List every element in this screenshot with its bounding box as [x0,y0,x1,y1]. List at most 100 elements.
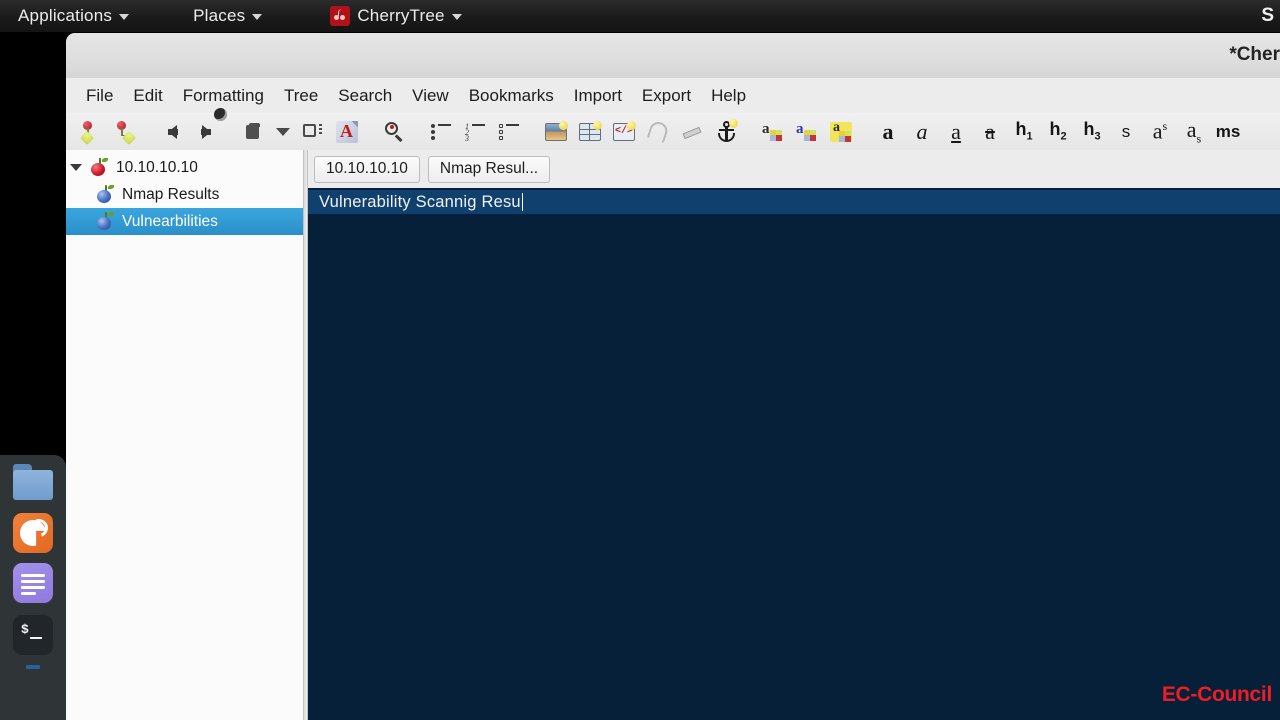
chevron-down-icon [451,14,462,20]
expander-icon[interactable] [70,164,82,171]
subscript-button[interactable]: as [1177,116,1211,148]
sub-mark: s [1196,131,1202,146]
chevron-down-icon [252,14,263,20]
tree-node-nmap-results[interactable]: Nmap Results [66,181,303,208]
heading-2-button[interactable]: h2 [1041,116,1075,148]
strikethrough-glyph: a [985,118,995,144]
go-back-icon[interactable] [155,116,189,148]
tree-node-label: Vulnearbilities [122,212,218,230]
desktop-dock: $ [0,455,66,720]
highlight-color-icon[interactable]: a [824,116,858,148]
text-caret [521,193,524,211]
small-text-button[interactable]: s [1109,116,1143,148]
h2-sub: 2 [1060,130,1067,143]
h1-sub: 1 [1026,130,1033,143]
menu-bookmarks[interactable]: Bookmarks [460,83,563,109]
insert-anchor-icon[interactable] [709,116,743,148]
bold-button[interactable]: a [871,116,905,148]
menu-file[interactable]: File [77,83,122,109]
sup-mark: s [1162,119,1168,134]
dock-running-indicator [26,665,40,669]
underline-button[interactable]: a [939,116,973,148]
files-icon[interactable] [13,463,53,503]
bold-glyph: a [882,118,894,144]
editor-text: Vulnerability Scannig Resu [319,192,521,211]
h3-sub: 3 [1094,130,1101,143]
rich-text-editor[interactable]: Vulnerability Scannig Resu EC-Council [308,188,1280,720]
insert-image-icon[interactable] [539,116,573,148]
insert-table-icon[interactable] [573,116,607,148]
cherrytree-window: *Cher File Edit Formatting Tree Search V… [66,33,1280,720]
firefox-icon[interactable] [13,513,53,553]
sup-glyph: a [1152,118,1163,144]
heading-3-button[interactable]: h3 [1075,116,1109,148]
h2-glyph: h [1049,119,1061,140]
italic-button[interactable]: a [905,116,939,148]
places-label: Places [193,6,246,25]
foreground-color-icon[interactable]: a [756,116,790,148]
tree-node-vulnearbilities[interactable]: Vulnearbilities [66,208,303,235]
panel-status-area[interactable]: S [1261,0,1274,32]
menu-search[interactable]: Search [329,83,401,109]
background-color-icon[interactable]: a [790,116,824,148]
panel-menu-applications[interactable]: Applications [0,0,143,32]
strikethrough-button[interactable]: a [973,116,1007,148]
numbered-list-icon[interactable]: 123 [458,116,492,148]
underline-glyph: a [951,118,961,144]
text-editor-icon[interactable] [13,563,53,603]
monospace-glyph: ms [1215,122,1241,141]
bulleted-list-icon[interactable] [424,116,458,148]
todo-list-icon[interactable] [492,116,526,148]
menu-edit[interactable]: Edit [124,83,171,109]
h3-glyph: h [1083,119,1095,140]
panel-menu-cherrytree[interactable]: CherryTree [316,0,475,32]
node-properties-icon[interactable] [236,116,270,148]
heading-1-button[interactable]: h1 [1007,116,1041,148]
monospace-button[interactable]: ms [1211,116,1245,148]
window-titlebar[interactable]: *Cher [66,33,1280,78]
cherrytree-label: CherryTree [357,6,445,25]
menu-export[interactable]: Export [633,83,700,109]
terminal-icon[interactable]: $ [13,615,53,655]
export-pdf-icon[interactable] [330,116,364,148]
attach-file-icon[interactable] [641,116,675,148]
toolbar: 123 </> a a [66,113,1280,150]
insert-link-icon[interactable] [675,116,709,148]
blue-cherry-icon [96,185,115,204]
menubar: File Edit Formatting Tree Search View Bo… [66,78,1280,113]
window-body: 10.10.10.10 Nmap Results Vulnearbilities [66,150,1280,720]
small-glyph: s [1121,122,1131,141]
insert-codebox-icon[interactable]: </> [607,116,641,148]
export-node-icon[interactable] [296,116,330,148]
screen: Applications Places CherryTree S $ *Cher… [0,0,1280,720]
tree-node-label: 10.10.10.10 [116,158,198,176]
menu-import[interactable]: Import [565,83,631,109]
dropdown-arrow-icon[interactable] [270,116,296,148]
h1-glyph: h [1015,119,1027,140]
superscript-button[interactable]: as [1143,116,1177,148]
italic-glyph: a [916,118,928,144]
editor-pane: 10.10.10.10 Nmap Resul... Vulnerability … [308,150,1280,720]
menu-formatting[interactable]: Formatting [174,83,273,109]
tree-node-root[interactable]: 10.10.10.10 [66,154,303,181]
blue-cherry-icon [96,212,115,231]
menu-help[interactable]: Help [702,83,755,109]
panel-menu-places[interactable]: Places [179,0,276,32]
add-subnode-icon[interactable] [108,116,142,148]
editor-line-1[interactable]: Vulnerability Scannig Resu [308,190,1280,214]
add-node-icon[interactable] [74,116,108,148]
menu-view[interactable]: View [403,83,458,109]
find-icon[interactable] [377,116,411,148]
mouse-cursor [214,108,227,121]
menu-tree[interactable]: Tree [275,83,327,109]
tree-node-label: Nmap Results [122,185,220,203]
terminal-prompt: $ [21,622,29,637]
breadcrumb-item-root[interactable]: 10.10.10.10 [314,155,420,183]
red-cherry-icon [90,158,109,177]
cherrytree-icon [330,6,351,26]
desktop-top-panel: Applications Places CherryTree S [0,0,1280,32]
sub-glyph: a [1186,116,1197,142]
breadcrumb-item-nmap[interactable]: Nmap Resul... [427,155,551,183]
applications-label: Applications [18,6,113,25]
tree-pane: 10.10.10.10 Nmap Results Vulnearbilities [66,150,303,720]
